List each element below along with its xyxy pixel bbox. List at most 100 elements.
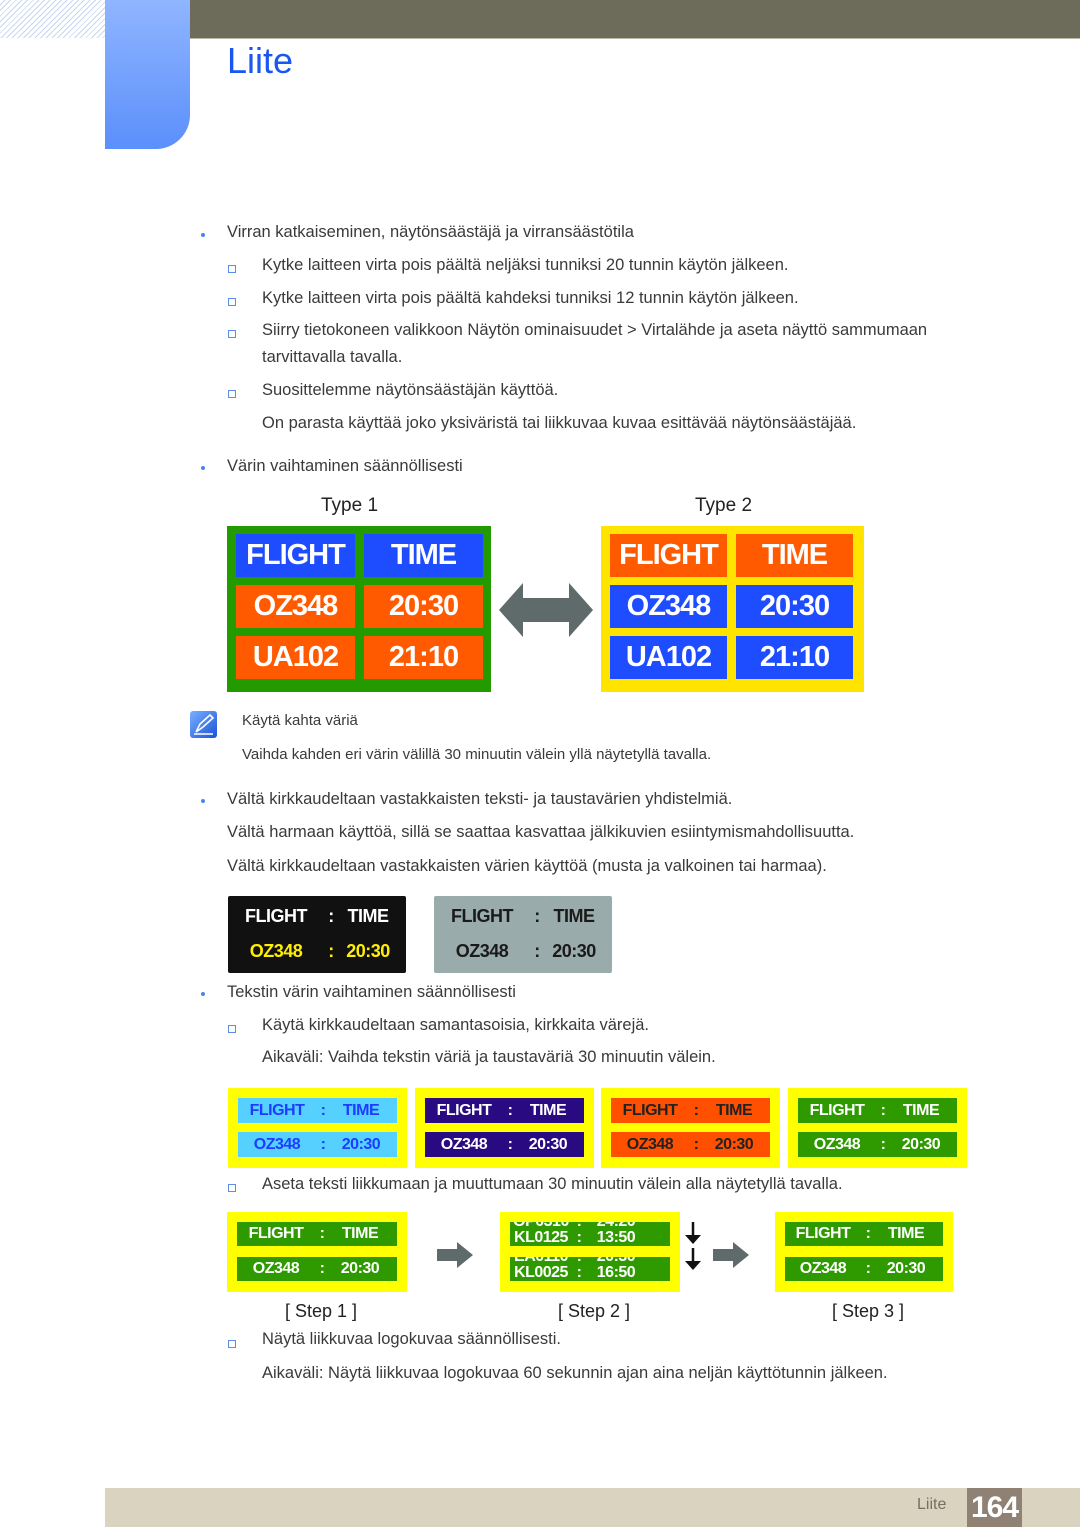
board-text: FLIGHT	[795, 1225, 851, 1242]
board-text: :	[693, 1135, 699, 1153]
board-row: FLIGHT: TIME	[237, 1222, 397, 1246]
board-text: KL0025	[514, 1264, 568, 1281]
section-heading-contrast: Vältä kirkkaudeltaan vastakkaisten tekst…	[227, 790, 733, 808]
step2-label: [ Step 2 ]	[558, 1301, 631, 1321]
square-bullet-icon	[228, 1184, 236, 1192]
board-text: :	[320, 1101, 326, 1119]
board-text: :	[880, 1135, 886, 1153]
board-cell: OZ348	[610, 585, 727, 628]
board-row: OZ348:20:30	[798, 1132, 957, 1157]
board-cell: 21:10	[736, 636, 853, 679]
contrast-board-gray: FLIGHT: TIME OZ348:20:30	[434, 896, 612, 973]
board-row: OZ348:20:30	[785, 1257, 943, 1281]
board-text: TIME	[902, 1101, 940, 1119]
board-text: :	[880, 1101, 886, 1119]
board-text: 20:30	[714, 1135, 754, 1153]
board-text: 16:50	[596, 1264, 636, 1281]
board-text: OZ348	[252, 1260, 300, 1277]
board-text: 20:30	[901, 1135, 941, 1153]
board-row: FLIGHT: TIME	[611, 1098, 770, 1123]
down-arrows-icon	[685, 1222, 701, 1270]
list-item: Näytä liikkuvaa logokuvaa säännöllisesti…	[262, 1330, 561, 1348]
board-text: TIME	[553, 906, 596, 926]
board-row: OZ348:20:30	[237, 1257, 397, 1281]
bullet-icon	[201, 466, 205, 470]
board-row: OZ348:20:30	[228, 941, 398, 962]
square-bullet-icon	[228, 1025, 236, 1033]
board-text: :	[507, 1101, 513, 1119]
board-text: :	[320, 1135, 326, 1153]
board-text: OZ348	[253, 1135, 301, 1153]
square-bullet-icon	[228, 330, 236, 338]
list-item-continuation: Aikaväli: Näytä liikkuvaa logokuvaa 60 s…	[262, 1364, 888, 1382]
board-text: :	[328, 941, 334, 961]
board-text: 20:30	[340, 1260, 380, 1277]
board-row: OZ348:20:30	[611, 1132, 770, 1157]
square-bullet-icon	[228, 1340, 236, 1348]
board-text: OZ348	[626, 1135, 674, 1153]
bullet-icon	[201, 799, 205, 803]
board-text: TIME	[715, 1101, 753, 1119]
paragraph: Vältä kirkkaudeltaan vastakkaisten värie…	[227, 857, 827, 875]
board-cell: FLIGHT	[610, 534, 727, 577]
board-text: 20:30	[528, 1135, 568, 1153]
list-item: Kytke laitteen virta pois päältä neljäks…	[262, 256, 789, 274]
board-text: KL0125	[514, 1229, 568, 1246]
board-text: FLIGHT	[248, 1225, 304, 1242]
board-text: :	[319, 1260, 325, 1277]
board-text: FLIGHT	[436, 1101, 492, 1119]
color-variant-board: FLIGHT: TIME OZ348:20:30	[415, 1088, 594, 1168]
paragraph: Vältä harmaan käyttöä, sillä se saattaa …	[227, 823, 855, 841]
board-type1: FLIGHT TIME OZ348 20:30 UA102 21:10	[227, 526, 491, 692]
list-item: Käytä kirkkaudeltaan samantasoisia, kirk…	[262, 1016, 650, 1034]
section-heading-power: Virran katkaiseminen, näytönsäästäjä ja …	[227, 223, 634, 241]
board-cell: TIME	[364, 534, 483, 577]
board-row: OZ348:20:30	[434, 941, 604, 962]
header-bar	[190, 0, 1080, 39]
board-text: 20:30	[552, 941, 596, 961]
board-text: :	[576, 1229, 582, 1246]
board-cell: FLIGHT	[236, 534, 355, 577]
square-bullet-icon	[228, 265, 236, 273]
chapter-tab	[105, 0, 190, 149]
scrolling-row: OP0310:24:20 KL0125:13:50	[510, 1222, 670, 1246]
page-number: 164	[967, 1488, 1022, 1527]
board-cell: 21:10	[364, 636, 483, 679]
board-text: 13:50	[596, 1229, 636, 1246]
note-text: Vaihda kahden eri värin välillä 30 minuu…	[242, 746, 712, 763]
board-text: :	[534, 941, 540, 961]
board-text: FLIGHT	[451, 906, 514, 926]
board-row: FLIGHT: TIME	[434, 906, 604, 927]
color-variant-board: FLIGHT: TIME OZ348:20:30	[601, 1088, 780, 1168]
note-title: Käytä kahta väriä	[242, 712, 358, 729]
board-text: :	[865, 1260, 871, 1277]
board-text: :	[865, 1225, 871, 1242]
board-text: TIME	[342, 1101, 380, 1119]
board-cell: 20:30	[736, 585, 853, 628]
list-item-continuation: tarvittavalla tavalla.	[262, 348, 403, 366]
scrolling-row: EA0110:20:30 KL0025:16:50	[510, 1257, 670, 1281]
board-row: FLIGHT: TIME	[425, 1098, 584, 1123]
board-text: :	[534, 906, 540, 926]
right-arrow-icon	[437, 1242, 473, 1268]
list-item: Aseta teksti liikkumaan ja muuttumaan 30…	[262, 1175, 843, 1193]
square-bullet-icon	[228, 390, 236, 398]
board-cell: UA102	[236, 636, 355, 679]
board-text: :	[328, 906, 334, 926]
step3-label: [ Step 3 ]	[832, 1301, 905, 1321]
section-heading-text-color: Tekstin värin vaihtaminen säännöllisesti	[227, 983, 516, 1001]
board-text: FLIGHT	[249, 1101, 305, 1119]
board-cell: OZ348	[236, 585, 355, 628]
board-text: TIME	[347, 906, 390, 926]
type2-label: Type 2	[695, 495, 753, 516]
board-text: 20:30	[346, 941, 390, 961]
double-arrow-icon	[499, 583, 593, 637]
board-text: TIME	[887, 1225, 925, 1242]
board-text: 20:30	[886, 1260, 926, 1277]
page-title: Liite	[227, 40, 294, 81]
type1-label: Type 1	[321, 495, 379, 516]
board-text: OZ348	[249, 941, 303, 961]
board-row: FLIGHT: TIME	[785, 1222, 943, 1246]
section-heading-color-change: Värin vaihtaminen säännöllisesti	[227, 457, 463, 475]
list-item: Kytke laitteen virta pois päältä kahdeks…	[262, 289, 799, 307]
